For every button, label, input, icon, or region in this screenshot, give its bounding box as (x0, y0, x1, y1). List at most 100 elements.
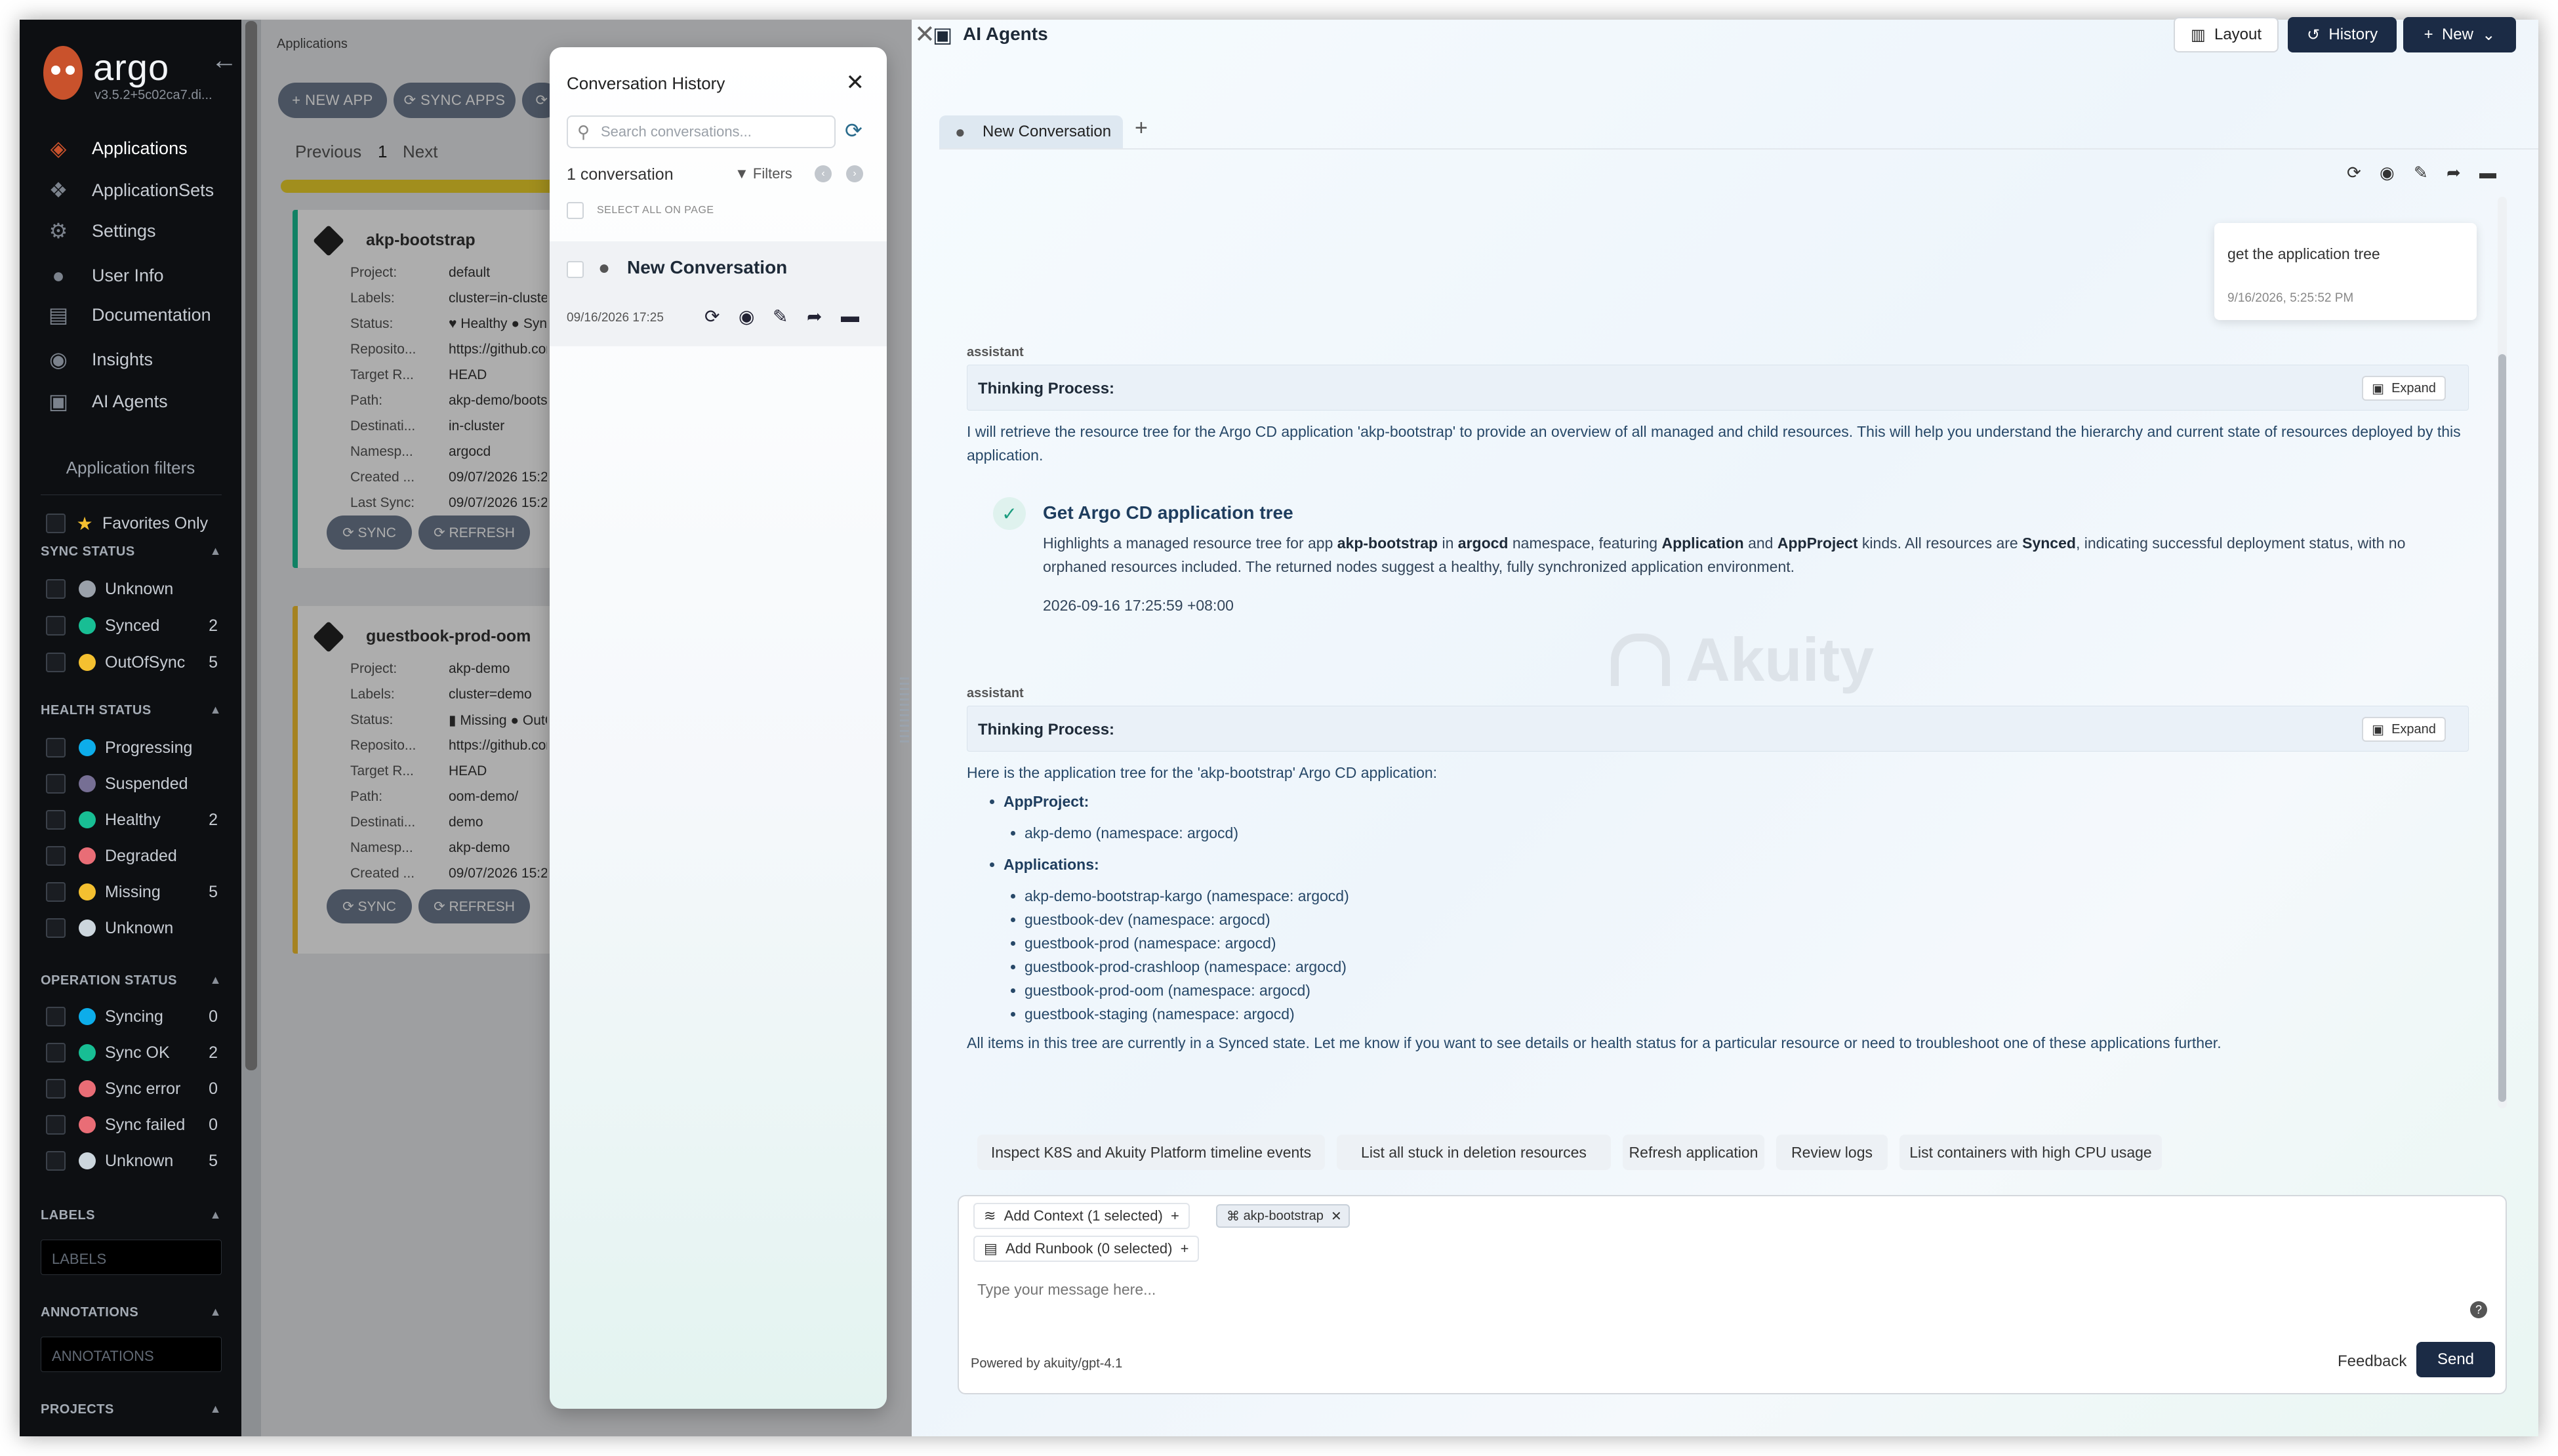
filter-checkbox[interactable] (46, 774, 66, 794)
send-button[interactable]: Send (2416, 1342, 2495, 1377)
conversation-list-item[interactable]: ● New Conversation 09/16/2026 17:25 ⟳ ◉ … (550, 241, 887, 346)
labels-input[interactable]: LABELS (41, 1240, 222, 1275)
message-input[interactable] (977, 1276, 2420, 1303)
nav-applications[interactable]: ◈ Applications (20, 130, 241, 167)
add-tab-icon[interactable]: + (1135, 115, 1148, 141)
favorites-checkbox[interactable] (46, 514, 66, 533)
search-conversations-input[interactable]: ⚲ Search conversations... (567, 115, 836, 148)
sync-status-title[interactable]: SYNC STATUS ▲ (41, 544, 222, 559)
new-button[interactable]: + New ⌄ (2403, 17, 2516, 52)
add-context-button[interactable]: ≋ Add Context (1 selected) + (973, 1203, 1190, 1229)
filter-sync-failed[interactable]: Sync failed 0 (46, 1112, 218, 1138)
filter-checkbox[interactable] (46, 918, 66, 938)
nav-documentation[interactable]: ▤ Documentation (20, 296, 241, 333)
filter-unknown[interactable]: Unknown 5 (46, 1148, 218, 1174)
share-icon[interactable]: ➦ (807, 306, 822, 327)
filter-checkbox[interactable] (46, 882, 66, 902)
filter-progressing[interactable]: Progressing (46, 735, 218, 761)
edit-icon[interactable]: ✎ (773, 306, 788, 327)
expand-label: Expand (2391, 380, 2436, 395)
filter-sync-ok[interactable]: Sync OK 2 (46, 1040, 218, 1066)
argo-logo[interactable] (43, 46, 83, 100)
filter-unknown[interactable]: Unknown (46, 576, 218, 602)
filter-checkbox[interactable] (46, 1151, 66, 1171)
resize-handle[interactable] (900, 677, 909, 742)
reload-icon[interactable]: ⟳ (704, 306, 720, 327)
filter-checkbox[interactable] (46, 846, 66, 866)
plus-icon: + (2424, 26, 2442, 43)
filter-checkbox[interactable] (46, 1115, 66, 1135)
filter-syncing[interactable]: Syncing 0 (46, 1003, 218, 1030)
filter-sync-error[interactable]: Sync error 0 (46, 1076, 218, 1102)
chat-scrollbar[interactable] (2498, 197, 2507, 1108)
filter-synced[interactable]: Synced 2 (46, 613, 218, 639)
suggestion-chip[interactable]: List containers with high CPU usage (1899, 1135, 2162, 1170)
add-runbook-button[interactable]: ▤ Add Runbook (0 selected) + (973, 1236, 1200, 1262)
view-icon[interactable]: ◉ (739, 306, 754, 327)
labels-title[interactable]: LABELS ▲ (41, 1208, 222, 1223)
filter-checkbox[interactable] (46, 653, 66, 672)
filter-healthy[interactable]: Healthy 2 (46, 807, 218, 833)
status-icon (79, 847, 96, 864)
collapse-sidebar-icon[interactable]: ← (211, 46, 237, 75)
link-icon: ⌘ (1227, 1209, 1244, 1224)
nav-settings[interactable]: ⚙ Settings (20, 212, 241, 249)
filter-checkbox[interactable] (46, 616, 66, 636)
refresh-icon[interactable]: ⟳ (845, 118, 863, 143)
prev-page-icon[interactable]: ‹ (815, 165, 832, 182)
operation-status-title[interactable]: OPERATION STATUS ▲ (41, 973, 222, 988)
layout-button[interactable]: ▥ Layout (2174, 17, 2279, 52)
filter-suspended[interactable]: Suspended (46, 771, 218, 797)
view-chat-icon[interactable]: ◉ (2380, 163, 2395, 183)
filter-unknown[interactable]: Unknown (46, 915, 218, 941)
projects-title[interactable]: PROJECTS ▲ (41, 1402, 222, 1417)
expand-button[interactable]: ▣ Expand (2362, 376, 2446, 401)
suggestion-chip[interactable]: Refresh application (1623, 1135, 1764, 1170)
filter-degraded[interactable]: Degraded (46, 843, 218, 869)
filter-missing[interactable]: Missing 5 (46, 879, 218, 905)
nav-user-info[interactable]: ● User Info (20, 257, 241, 294)
nav-insights[interactable]: ◉ Insights (20, 341, 241, 378)
filter-checkbox[interactable] (46, 1079, 66, 1099)
user-message-time: 9/16/2026, 5:25:52 PM (2227, 291, 2354, 305)
annotations-title[interactable]: ANNOTATIONS ▲ (41, 1305, 222, 1320)
filter-outofsync[interactable]: OutOfSync 5 (46, 649, 218, 676)
delete-chat-icon[interactable]: ▬ (2479, 163, 2496, 183)
assistant-message-2-outro: All items in this tree are currently in … (967, 1034, 2222, 1051)
refresh-chat-icon[interactable]: ⟳ (2347, 163, 2361, 183)
expand-button[interactable]: ▣ Expand (2362, 717, 2446, 742)
select-all-row[interactable]: SELECT ALL ON PAGE (567, 202, 714, 219)
nav-applicationsets[interactable]: ❖ ApplicationSets (20, 172, 241, 209)
conversation-checkbox[interactable] (567, 261, 584, 278)
filter-checkbox[interactable] (46, 579, 66, 599)
feedback-link[interactable]: Feedback (2338, 1352, 2406, 1371)
filter-label: Unknown (105, 1151, 174, 1170)
annotations-input[interactable]: ANNOTATIONS (41, 1337, 222, 1372)
select-all-checkbox[interactable] (567, 202, 584, 219)
delete-icon[interactable]: ▬ (841, 306, 859, 327)
health-status-title[interactable]: HEALTH STATUS ▲ (41, 703, 222, 718)
filter-checkbox[interactable] (46, 1007, 66, 1026)
tab-new-conversation[interactable]: ● New Conversation (939, 115, 1123, 148)
suggestion-chip[interactable]: Review logs (1776, 1135, 1888, 1170)
next-page-icon[interactable]: › (846, 165, 863, 182)
share-chat-icon[interactable]: ➦ (2446, 163, 2461, 183)
close-icon[interactable]: ✕ (846, 70, 865, 96)
favorites-filter[interactable]: ★ Favorites Only (46, 510, 218, 536)
filters-button[interactable]: ▼ Filters (735, 165, 792, 182)
context-chip[interactable]: ⌘ akp-bootstrap ✕ (1216, 1204, 1350, 1228)
tool-call-name[interactable]: Get Argo CD application tree (1043, 502, 1293, 523)
tree-list-applications: Applications: (984, 853, 1099, 876)
suggestion-chip[interactable]: List all stuck in deletion resources (1337, 1135, 1611, 1170)
filter-label: Progressing (105, 738, 193, 757)
edit-chat-icon[interactable]: ✎ (2414, 163, 2428, 183)
suggestion-chip[interactable]: Inspect K8S and Akuity Platform timeline… (977, 1135, 1325, 1170)
filter-checkbox[interactable] (46, 810, 66, 830)
nav-ai-agents[interactable]: ▣ AI Agents (20, 383, 241, 420)
history-button[interactable]: ↺ History (2288, 17, 2397, 52)
help-icon[interactable]: ? (2470, 1301, 2487, 1318)
filter-checkbox[interactable] (46, 738, 66, 758)
remove-chip-icon[interactable]: ✕ (1324, 1208, 1342, 1224)
conversation-name[interactable]: New Conversation (627, 257, 787, 278)
filter-checkbox[interactable] (46, 1043, 66, 1062)
